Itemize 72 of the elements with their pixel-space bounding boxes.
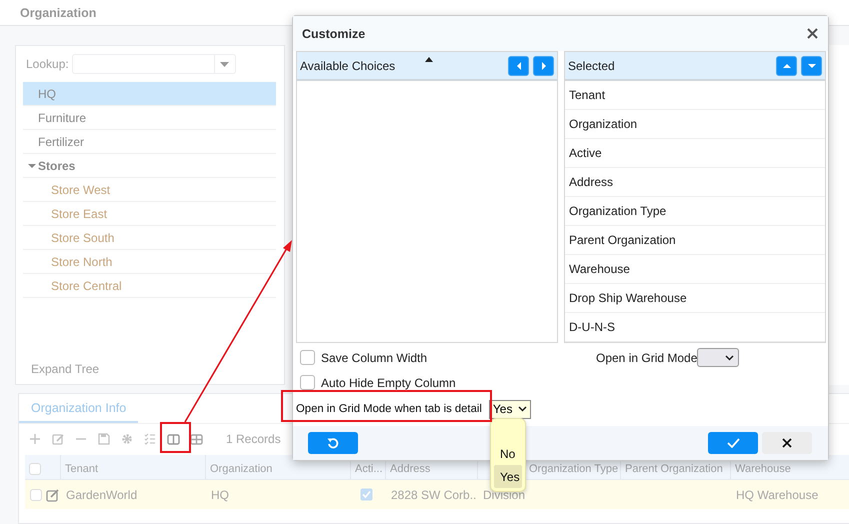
option-label: Open in Grid Mode when tab is detail	[296, 403, 482, 415]
reset-button[interactable]	[308, 432, 358, 454]
checkbox[interactable]	[300, 350, 315, 365]
cancel-button[interactable]	[762, 432, 812, 454]
option-label: Open in Grid Mode	[596, 350, 698, 364]
annotation-box	[160, 422, 191, 453]
caret-up-icon	[782, 62, 790, 70]
lookup-field[interactable]	[72, 54, 236, 74]
option-label: Auto Hide Empty Column	[321, 376, 456, 390]
move-up-button[interactable]	[776, 56, 797, 76]
table-cell: HQ Warehouse	[736, 488, 818, 502]
detail-tab[interactable]: Organization Info	[19, 401, 138, 423]
option-label: Save Column Width	[321, 350, 428, 364]
page-title: Organization	[20, 6, 96, 20]
lookup-label: Lookup:	[26, 57, 69, 71]
close-icon	[782, 438, 792, 448]
list-item[interactable]: Drop Ship Warehouse	[565, 284, 825, 313]
grid-view-icon[interactable]	[190, 432, 203, 446]
list-item[interactable]: Parent Organization	[565, 226, 825, 255]
row-checkbox[interactable]	[30, 488, 42, 500]
list-item[interactable]: D-U-N-S	[565, 313, 825, 342]
dropdown-icon[interactable]	[220, 62, 230, 66]
sort-icon[interactable]	[425, 57, 433, 62]
list-item[interactable]: Organization	[565, 110, 825, 139]
list-title: Selected	[568, 58, 615, 72]
list-item[interactable]: Active	[565, 139, 825, 168]
table-cell: GardenWorld	[66, 488, 138, 502]
column-header[interactable]: Tenant	[60, 455, 205, 479]
settings-icon[interactable]	[121, 432, 134, 446]
caret-left-icon	[514, 62, 522, 70]
edit-icon[interactable]	[46, 488, 60, 502]
tree-item[interactable]: Store South	[23, 226, 276, 250]
list-item[interactable]: Tenant	[565, 81, 825, 110]
tree-item[interactable]: Store Central	[23, 274, 276, 298]
expand-tree-link[interactable]: Expand Tree	[23, 362, 276, 378]
add-icon[interactable]	[29, 432, 42, 446]
list-item[interactable]: Organization Type	[565, 197, 825, 226]
move-right-button[interactable]	[533, 56, 554, 76]
save-icon[interactable]	[98, 432, 111, 446]
tree-item[interactable]: Store East	[23, 202, 276, 226]
move-down-button[interactable]	[801, 56, 822, 76]
tree-item[interactable]: Store West	[23, 178, 276, 202]
table-row[interactable]: GardenWorld HQ 2828 SW Corb... Division HQ Warehouse	[25, 480, 849, 509]
undo-icon	[327, 437, 339, 449]
caret-down-icon	[808, 62, 816, 70]
grid-mode-select[interactable]	[697, 348, 740, 367]
checklist-icon[interactable]	[144, 432, 157, 446]
edit-icon[interactable]	[52, 432, 65, 446]
move-left-button[interactable]	[508, 56, 529, 76]
tree-item[interactable]: Furniture	[23, 106, 276, 130]
check-icon	[726, 438, 740, 448]
dropdown-option[interactable]: Yes	[494, 465, 522, 488]
tree-item[interactable]: HQ	[23, 82, 276, 106]
close-icon[interactable]	[807, 28, 818, 39]
checkbox[interactable]	[300, 375, 315, 390]
record-count: 1 Records	[226, 432, 281, 446]
table-cell: HQ	[211, 488, 229, 502]
grid-mode-detail-select[interactable]: Yes	[488, 400, 532, 418]
tree-item[interactable]: Stores	[23, 154, 276, 178]
dialog-title: Customize	[302, 26, 366, 40]
tree-item[interactable]: Fertilizer	[23, 130, 276, 154]
table-cell: 2828 SW Corb...	[391, 488, 477, 502]
list-item[interactable]: Address	[565, 168, 825, 197]
tree-item[interactable]: Store North	[23, 250, 276, 274]
table-cell: Division	[483, 488, 526, 502]
list-item[interactable]: Warehouse	[565, 255, 825, 284]
split-view-icon[interactable]	[167, 432, 180, 446]
caret-right-icon	[540, 62, 548, 70]
chevron-down-icon	[725, 354, 734, 360]
list-title: Available Choices	[300, 58, 396, 72]
select-all-checkbox[interactable]	[29, 463, 41, 475]
chevron-down-icon	[518, 406, 528, 412]
